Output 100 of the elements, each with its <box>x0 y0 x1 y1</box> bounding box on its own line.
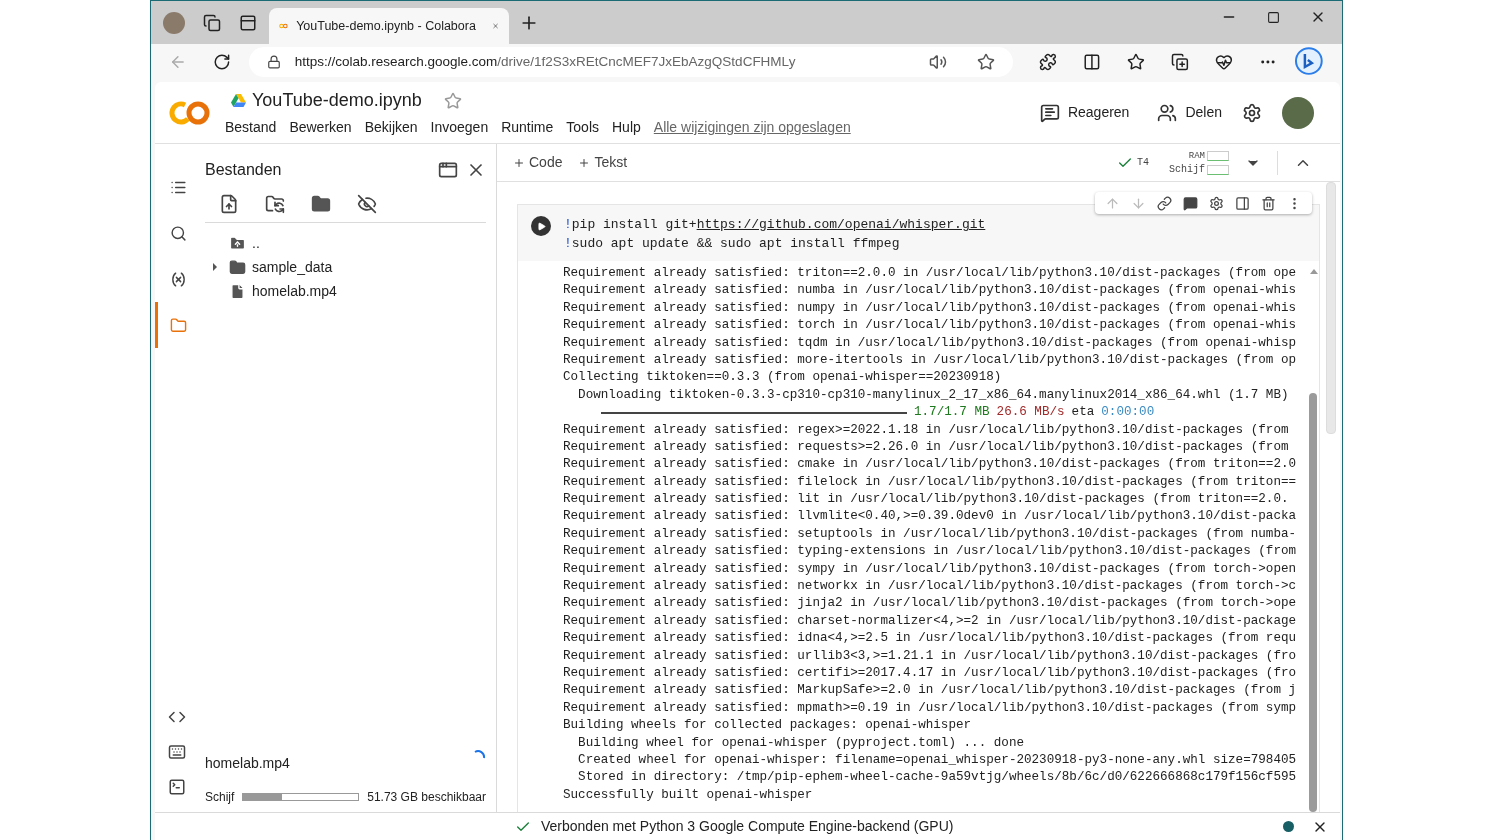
file-name[interactable]: sample_data <box>252 256 333 278</box>
settings-icon[interactable] <box>1242 102 1262 123</box>
output-line: Requirement already satisfied: cmake in /usr/local/lib/python3.10/dist-packages (from triton==2.0 <box>563 456 1297 474</box>
output-line: Requirement already satisfied: idna<4,>=2.5 in /usr/local/lib/python3.10/dist-packages (from requ <box>563 630 1297 648</box>
read-aloud-icon[interactable] <box>929 53 948 71</box>
browser-tab[interactable]: YouTube-demo.ipynb - Colabora <box>269 8 509 44</box>
output-line: Requirement already satisfied: networkx in /usr/local/lib/python3.10/dist-packages (from torch->c <box>563 578 1297 596</box>
run-button[interactable] <box>531 216 551 236</box>
code-line: !sudo apt update && sudo apt install ffmpeg <box>564 235 900 253</box>
link-icon[interactable] <box>1157 195 1172 211</box>
notebook-title[interactable]: YouTube-demo.ipynb <box>252 87 422 114</box>
tab-actions-icon[interactable] <box>239 13 257 32</box>
menu-item[interactable]: Invoegen <box>430 117 489 138</box>
output-line: Downloading tiktoken-0.3.3-cp310-cp310-manylinux_2_17_x86_64.manylinux2014_x86_64.whl (1.7 MB) <box>577 386 1289 404</box>
tab-title: YouTube-demo.ipynb - Colabora <box>296 17 476 35</box>
star-icon[interactable] <box>443 91 462 110</box>
hidden-icon[interactable] <box>357 194 377 214</box>
people-icon <box>1157 102 1178 123</box>
file-name[interactable]: homelab.mp4 <box>252 280 337 302</box>
expand-caret-icon[interactable] <box>211 263 219 271</box>
url-text: https://colab.research.google.com/drive/1f2S3xREtCncMEF7JxEbAzgQStdCFHMLy <box>294 52 796 71</box>
settings-icon[interactable] <box>1209 195 1224 211</box>
reload-icon[interactable] <box>212 53 231 71</box>
output-line: Requirement already satisfied: llvmlite<0.40,>=0.39.0dev0 in /usr/local/lib/python3.10/dist-packa <box>563 508 1297 526</box>
output-line: Collecting tiktoken==0.3.3 (from openai-whisper==20230918) <box>563 369 1002 387</box>
comment-button[interactable]: Reageren <box>1039 102 1130 123</box>
comment-icon[interactable] <box>1183 195 1198 211</box>
address-field[interactable]: https://colab.research.google.com/drive/1f2S3xREtCncMEF7JxEbAzgQStdCFHMLy <box>248 47 1014 77</box>
favorites-icon[interactable] <box>1127 53 1145 71</box>
play-icon <box>537 221 546 231</box>
output-line: Requirement already satisfied: more-itertools in /usr/local/lib/python3.10/dist-packages (from op <box>563 351 1297 369</box>
lock-icon <box>266 55 281 69</box>
output-line: Requirement already satisfied: numba in /usr/local/lib/python3.10/dist-packages (from openai-whis <box>563 282 1297 300</box>
folder-refresh-icon[interactable] <box>265 194 285 214</box>
output-line: Requirement already satisfied: mpmath>=0.19 in /usr/local/lib/python3.10/dist-packages (from symp <box>563 699 1297 717</box>
scrollbar-thumb[interactable] <box>1309 393 1317 812</box>
collections-icon[interactable] <box>1170 53 1189 71</box>
disk-meter <box>1207 164 1229 175</box>
chat-bubble-icon[interactable] <box>1294 47 1325 77</box>
disk-free-text: 51.73 GB beschikbaar <box>367 789 486 806</box>
file-name[interactable]: .. <box>252 232 260 254</box>
plus-icon <box>513 156 525 169</box>
favorite-star-icon[interactable] <box>977 53 996 71</box>
folder-icon[interactable] <box>311 194 331 214</box>
window-icon[interactable] <box>438 160 458 180</box>
search-icon <box>170 224 187 242</box>
trash-icon[interactable] <box>1261 195 1276 211</box>
menu-item[interactable]: Bekijken <box>364 117 418 138</box>
download-speed: 26.6 MB/s <box>996 404 1065 422</box>
profile-avatar[interactable] <box>163 11 185 34</box>
folder-icon <box>229 258 246 276</box>
output-line: Requirement already satisfied: filelock in /usr/local/lib/python3.10/dist-packages (from triton== <box>563 473 1297 491</box>
file-upload-icon[interactable] <box>219 194 239 214</box>
output-line: Requirement already satisfied: torch in /usr/local/lib/python3.10/dist-packages (from openai-whis <box>563 317 1297 335</box>
add-code-button[interactable]: Code <box>513 152 563 173</box>
output-line: Created wheel for openai-whisper: filename=openai_whisper-20230918-py3-none-any.whl size=798405 <box>577 751 1297 769</box>
ram-meter <box>1207 150 1229 161</box>
output-line: Successfully built openai-whisper <box>563 786 813 804</box>
menu-item[interactable]: Hulp <box>612 117 641 138</box>
eta-time: 0:00:00 <box>1101 404 1155 422</box>
output-line: Stored in directory: /tmp/pip-ephem-wheel-cache-9a59vtjg/wheels/8b/6c/d0/622666868c179f156cf595 <box>577 769 1297 787</box>
menu-item[interactable]: Runtime <box>501 117 554 138</box>
drive-icon <box>231 94 246 107</box>
output-line: Requirement already satisfied: urllib3<3,>=1.21.1 in /usr/local/lib/python3.10/dist-packages (fro <box>563 647 1297 665</box>
output-line: Building wheels for collected packages: openai-whisper <box>563 717 972 735</box>
menu-item[interactable]: Bestand <box>225 117 277 138</box>
runtime-button[interactable]: T4 RAM Schijf <box>1116 148 1229 177</box>
scrollbar-thumb[interactable] <box>1326 182 1336 434</box>
disk-meter-label: Schijf <box>1169 162 1205 177</box>
heart-pulse-icon[interactable] <box>1214 53 1233 71</box>
output-line: Requirement already satisfied: charset-normalizer<4,>=2 in /usr/local/lib/python3.10/dist-package <box>563 612 1297 630</box>
eta-label: eta <box>1071 404 1095 422</box>
workspaces-icon[interactable] <box>203 13 221 32</box>
extensions-icon[interactable] <box>1039 53 1058 71</box>
download-size: 1.7/1.7 MB <box>914 404 990 422</box>
code-line: !pip install git+https://github.com/openai/whisper.git <box>564 216 986 234</box>
add-text-button[interactable]: Tekst <box>578 152 628 173</box>
account-avatar[interactable] <box>1282 96 1314 129</box>
scroll-up-icon[interactable] <box>1309 267 1319 275</box>
output-line: Requirement already satisfied: numpy in /usr/local/lib/python3.10/dist-packages (from openai-whis <box>563 299 1297 317</box>
menu-item[interactable]: Tools <box>566 117 599 138</box>
file-icon <box>229 282 246 300</box>
colab-favicon-icon <box>279 21 289 31</box>
output-line: Requirement already satisfied: tqdm in /usr/local/lib/python3.10/dist-packages (from openai-whisp <box>563 334 1297 352</box>
panel-icon[interactable] <box>1235 195 1250 211</box>
split-screen-icon[interactable] <box>1083 53 1102 71</box>
variable-icon <box>170 270 187 288</box>
menu-item[interactable]: Bewerken <box>289 117 352 138</box>
terminal-icon[interactable] <box>168 777 186 796</box>
upload-file-name: homelab.mp4 <box>205 754 290 773</box>
output-line: Requirement already satisfied: jinja2 in /usr/local/lib/python3.10/dist-packages (from torch->ope <box>563 595 1297 613</box>
output-line: Requirement already satisfied: MarkupSafe>=2.0 in /usr/local/lib/python3.10/dist-packages (from j <box>563 682 1297 700</box>
save-status-link[interactable]: Alle wijzigingen zijn opgeslagen <box>653 117 851 138</box>
output-line: Requirement already satisfied: typing-extensions in /usr/local/lib/python3.10/dist-packages (from <box>563 543 1297 561</box>
keyboard-icon[interactable] <box>168 742 186 761</box>
connection-status: Verbonden met Python 3 Google Compute Engine-backend (GPU) <box>541 817 954 836</box>
output-line: Requirement already satisfied: requests>=2.26.0 in /usr/local/lib/python3.10/dist-packages (from <box>563 438 1289 456</box>
output-line: Requirement already satisfied: lit in /usr/local/lib/python3.10/dist-packages (from triton==2.0. <box>563 491 1289 509</box>
share-button[interactable]: Delen <box>1157 102 1222 123</box>
maximize-icon[interactable] <box>1267 10 1280 24</box>
